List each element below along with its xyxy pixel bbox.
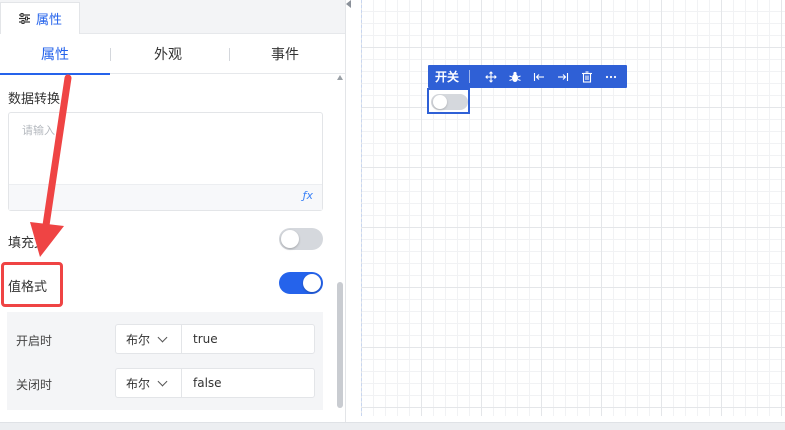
fill-text-label: 填充文 (8, 236, 48, 251)
align-right-icon[interactable] (551, 65, 575, 88)
off-state-value-input[interactable]: false (181, 368, 315, 398)
off-state-value: false (193, 376, 222, 390)
panel-tab-bar: 属性 (0, 0, 345, 34)
switch-preview (431, 94, 468, 110)
subtab-appearance[interactable]: 外观 (113, 34, 223, 74)
bottom-scrollbar[interactable] (0, 422, 785, 430)
subtab-events[interactable]: 事件 (230, 34, 340, 74)
value-format-toggle[interactable] (279, 272, 323, 294)
data-transform-input[interactable]: 请输入 ƒx (8, 112, 323, 211)
on-state-label: 开启时 (16, 334, 53, 348)
more-icon[interactable] (599, 65, 623, 88)
property-panel: 属性 属性 外观 事件 数据转换 请输入 ƒx 填充文 值格式 开启时 布尔 t… (0, 0, 345, 422)
debug-icon[interactable] (503, 65, 527, 88)
on-state-value-input[interactable]: true (181, 324, 315, 354)
tab-properties[interactable]: 属性 (0, 2, 80, 34)
subtab-separator (110, 48, 111, 61)
selected-switch-component[interactable] (427, 88, 470, 114)
toggle-knob (303, 274, 321, 292)
value-format-options: 开启时 布尔 true 关闭时 布尔 false (7, 312, 323, 410)
toolbar-separator (469, 70, 470, 83)
off-state-type-select[interactable]: 布尔 (115, 368, 181, 398)
move-icon[interactable] (479, 65, 503, 88)
chevron-down-icon (157, 376, 168, 386)
panel-scrollbar[interactable] (337, 282, 343, 408)
value-format-label: 值格式 (8, 280, 48, 295)
app-root: 属性 属性 外观 事件 数据转换 请输入 ƒx 填充文 值格式 开启时 布尔 t… (0, 0, 785, 430)
data-transform-footer: ƒx (9, 184, 322, 210)
design-canvas[interactable] (361, 0, 785, 416)
data-transform-label: 数据转换 (8, 92, 61, 107)
off-state-label: 关闭时 (16, 378, 53, 392)
switch-knob (433, 95, 447, 109)
function-icon[interactable]: ƒx (303, 189, 313, 202)
chevron-down-icon (157, 332, 168, 342)
component-toolbar: 开关 (428, 65, 627, 88)
on-state-type-value: 布尔 (126, 332, 151, 347)
delete-icon[interactable] (575, 65, 599, 88)
subtab-bar: 属性 外观 事件 (0, 34, 345, 75)
off-state-type-value: 布尔 (126, 376, 151, 391)
panel-divider (345, 0, 346, 422)
on-state-value: true (193, 332, 218, 346)
scroll-up-icon[interactable] (337, 75, 343, 80)
sliders-icon (18, 13, 31, 24)
collapse-panel-icon[interactable] (346, 0, 351, 8)
toggle-knob (281, 230, 299, 248)
component-name: 开关 (435, 70, 460, 84)
tab-properties-label: 属性 (35, 13, 62, 28)
data-transform-placeholder: 请输入 (22, 124, 55, 137)
subtab-properties[interactable]: 属性 (0, 34, 110, 75)
align-left-icon[interactable] (527, 65, 551, 88)
on-state-type-select[interactable]: 布尔 (115, 324, 181, 354)
fill-text-toggle[interactable] (279, 228, 323, 250)
